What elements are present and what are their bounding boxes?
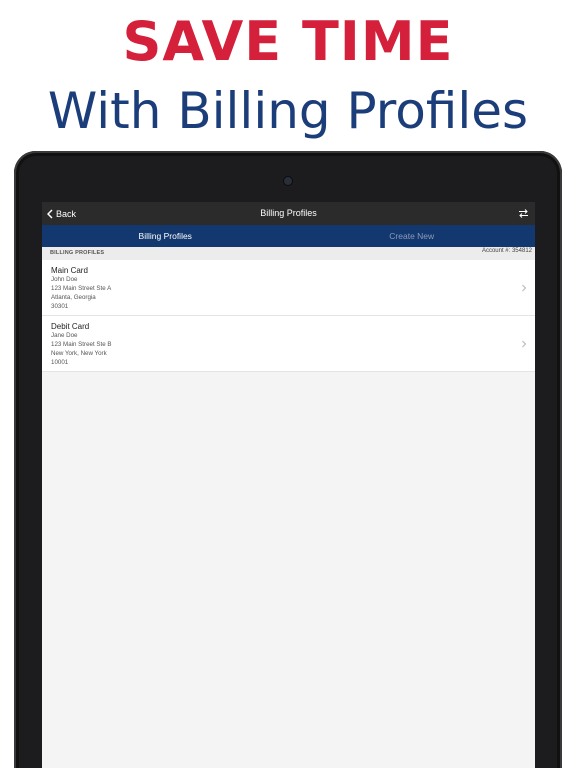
segment-tabs: Billing Profiles Create New (42, 225, 535, 247)
profile-name: Debit Card (51, 322, 90, 331)
profile-street: 123 Main Street Ste B (51, 341, 112, 348)
chevron-right-icon (522, 284, 527, 292)
profile-holder: John Doe (51, 276, 78, 283)
promo-subhead: With Billing Profiles (47, 82, 529, 140)
nav-title: Billing Profiles (260, 208, 317, 218)
tab-billing-profiles[interactable]: Billing Profiles (42, 225, 289, 247)
swap-arrows-icon[interactable] (518, 208, 529, 219)
list-item[interactable]: Debit Card Jane Doe 123 Main Street Ste … (42, 316, 535, 372)
profile-holder: Jane Doe (51, 332, 78, 339)
app-screen: Back Billing Profiles Billing Profiles C… (42, 202, 535, 768)
profile-zip: 10001 (51, 359, 69, 366)
profile-street: 123 Main Street Ste A (51, 285, 112, 292)
back-label: Back (56, 208, 77, 219)
profile-zip: 30301 (51, 303, 69, 310)
profile-list: Main Card John Doe 123 Main Street Ste A… (42, 260, 535, 372)
back-button[interactable]: Back (47, 202, 76, 225)
tab-create-new[interactable]: Create New (289, 225, 536, 247)
chevron-right-icon (522, 340, 527, 348)
profile-city: Atlanta, Georgia (51, 294, 96, 301)
promo-headline: SAVE TIME (122, 10, 454, 73)
list-item[interactable]: Main Card John Doe 123 Main Street Ste A… (42, 260, 535, 316)
section-title: BILLING PROFILES (50, 250, 105, 256)
camera-icon (284, 177, 292, 185)
navigation-bar: Back Billing Profiles (42, 202, 535, 225)
account-number: Account #: 354812 (481, 248, 532, 254)
chevron-left-icon (47, 208, 53, 219)
profile-name: Main Card (51, 266, 88, 275)
section-header: BILLING PROFILES Account #: 354812 (42, 247, 535, 260)
profile-city: New York, New York (51, 350, 107, 357)
